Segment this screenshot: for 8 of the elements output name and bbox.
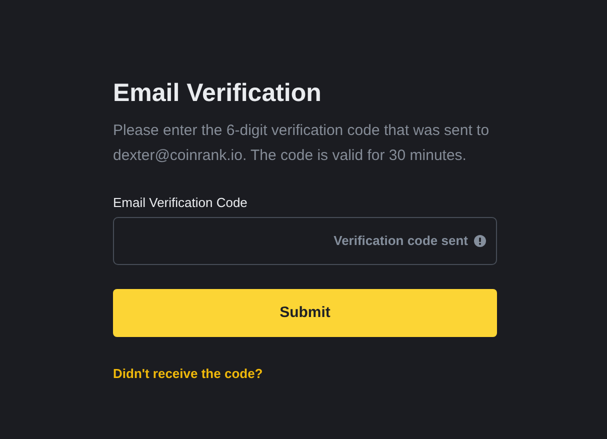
page-title: Email Verification	[113, 78, 322, 109]
submit-button[interactable]: Submit	[113, 289, 497, 337]
resend-code-link[interactable]: Didn't receive the code?	[113, 364, 263, 384]
alert-icon	[474, 235, 486, 247]
field-label: Email Verification Code	[113, 195, 248, 211]
instructions-text: Please enter the 6-digit verification code that was sent to dexter@coinrank.io. The code is valid for 30 minutes.	[113, 121, 490, 166]
code-input-field[interactable]: Verification code sent	[113, 217, 497, 265]
sent-status-text: Verification code sent	[334, 232, 468, 250]
